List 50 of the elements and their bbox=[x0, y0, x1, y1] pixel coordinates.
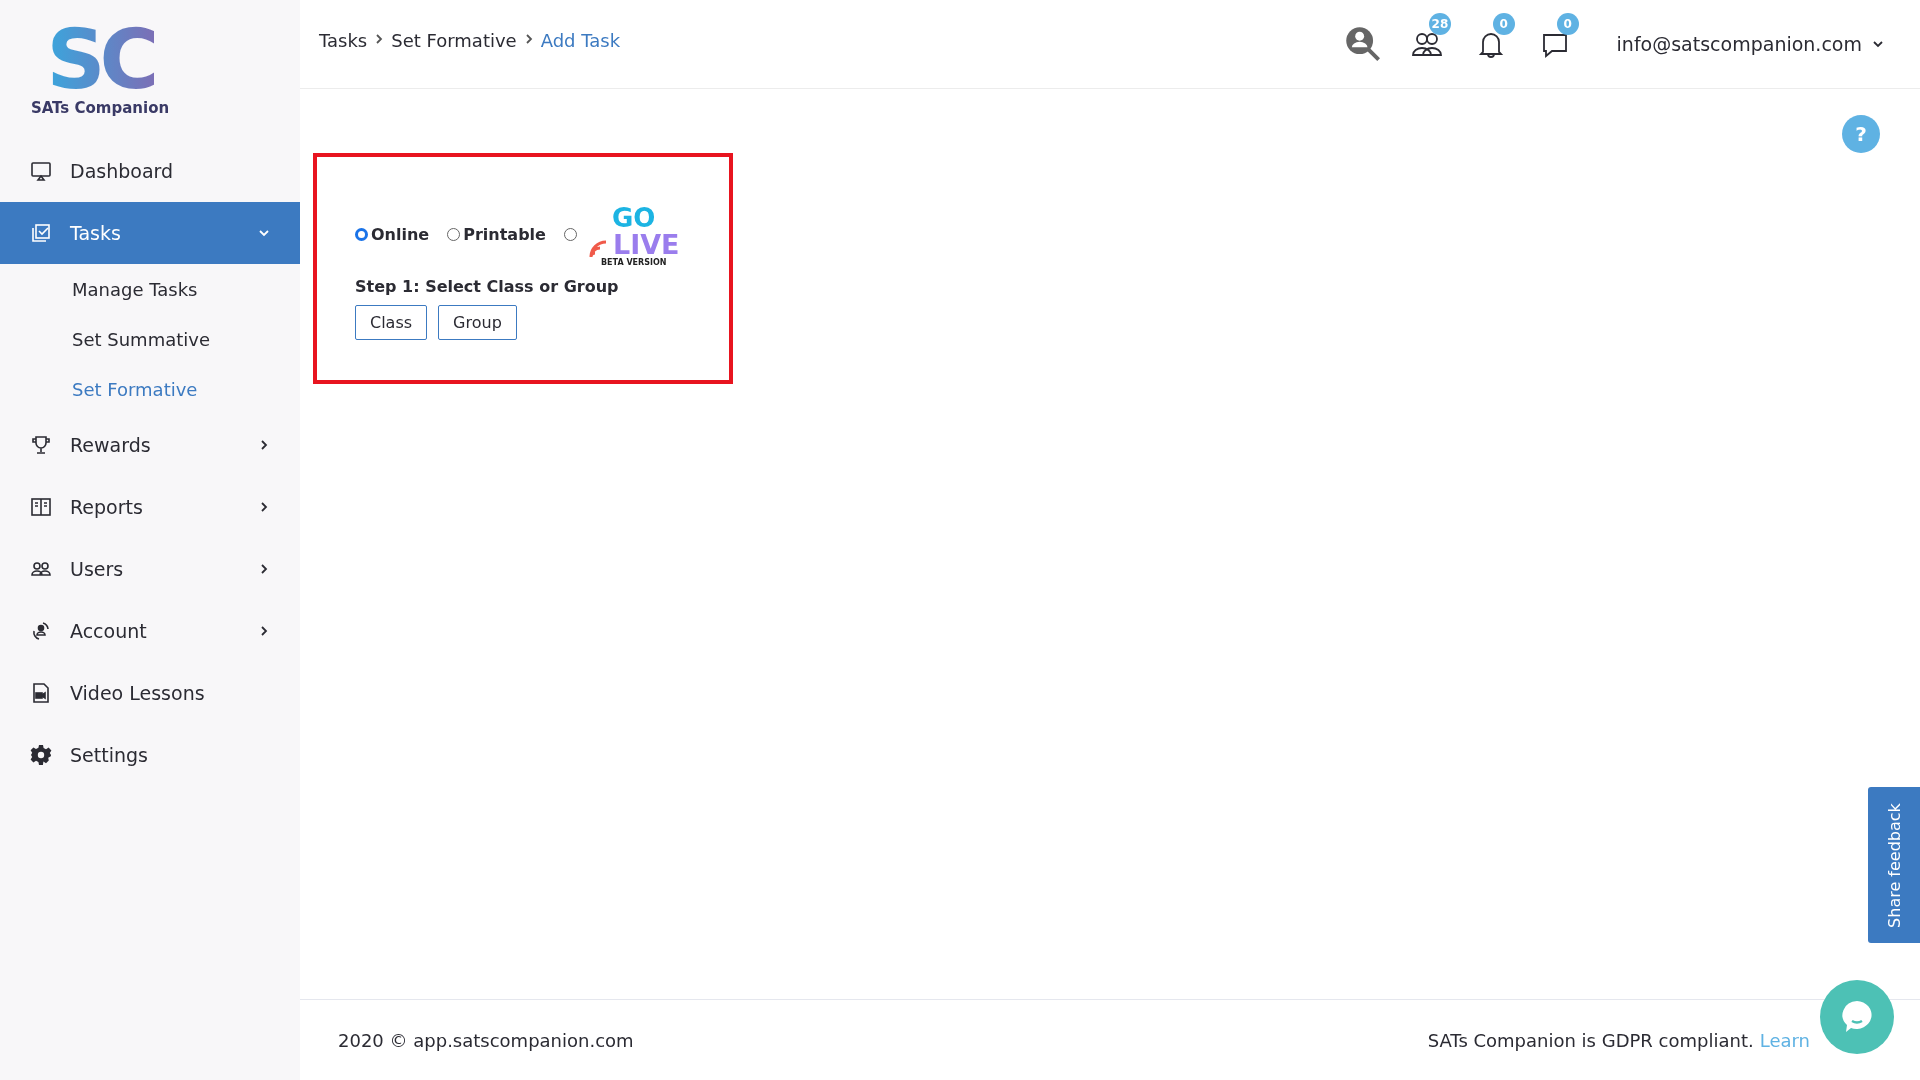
gdpr-notice: SATs Companion is GDPR compliant. bbox=[1427, 1029, 1754, 1051]
sidebar-item-label: Reports bbox=[70, 496, 144, 518]
sidebar-item[interactable]: Account bbox=[0, 600, 300, 662]
sidebar-subitem[interactable]: Set Summative bbox=[0, 314, 300, 364]
video-file-icon bbox=[30, 682, 52, 704]
count-badge: 28 bbox=[1428, 13, 1452, 35]
sidebar-item[interactable]: Dashboard bbox=[0, 140, 300, 202]
gear-icon bbox=[30, 744, 52, 766]
share-feedback-tab[interactable]: Share feedback bbox=[1868, 787, 1920, 943]
count-badge: 0 bbox=[1556, 13, 1579, 35]
sidebar-item[interactable]: Settings bbox=[0, 724, 300, 786]
go-live-logo-text: GO bbox=[612, 205, 656, 231]
user-menu[interactable]: info@satscompanion.com bbox=[1610, 32, 1890, 56]
sidebar-item[interactable]: Rewards bbox=[0, 414, 300, 476]
radio-button[interactable] bbox=[563, 228, 577, 241]
choice-button[interactable]: Group bbox=[438, 305, 517, 340]
sidebar-item-label: Account bbox=[70, 620, 148, 642]
sidebar-subitem[interactable]: Manage Tasks bbox=[0, 264, 300, 314]
book-icon bbox=[30, 496, 52, 518]
breadcrumb-link[interactable]: Set Formative bbox=[391, 29, 517, 51]
sidebar-item[interactable]: Tasks bbox=[0, 202, 300, 264]
person-cycle-icon bbox=[30, 620, 52, 642]
user-search-icon[interactable] bbox=[1343, 25, 1382, 63]
radio-label: Online bbox=[371, 225, 430, 244]
breadcrumb-link[interactable]: Tasks bbox=[319, 29, 368, 51]
choice-button[interactable]: Class bbox=[355, 305, 428, 340]
sidebar-item[interactable]: Video Lessons bbox=[0, 662, 300, 724]
sidebar-item-label: Settings bbox=[70, 744, 149, 766]
radio-button[interactable] bbox=[355, 228, 368, 241]
sidebar-item-label: Rewards bbox=[70, 434, 152, 456]
sidebar-subitem[interactable]: Set Formative bbox=[0, 364, 300, 414]
sidebar-item-label: Tasks bbox=[70, 222, 122, 244]
trophy-icon bbox=[30, 434, 52, 456]
monitor-icon bbox=[30, 160, 52, 182]
step-heading: Step 1: Select Class or Group bbox=[355, 277, 620, 296]
sidebar-item-label: Users bbox=[70, 558, 125, 580]
checklist-icon bbox=[30, 222, 52, 244]
count-badge: 0 bbox=[1492, 13, 1515, 35]
logo-name: SATs Companion bbox=[30, 98, 170, 117]
radio-label: Printable bbox=[463, 225, 546, 244]
beta-label: BETA VERSION bbox=[601, 258, 667, 267]
sidebar-item-label: Video Lessons bbox=[70, 682, 206, 704]
sidebar-item-label: Dashboard bbox=[70, 160, 175, 182]
copyright-text: 2020 © app.satscompanion.com bbox=[338, 1029, 634, 1051]
sidebar-item[interactable]: Reports bbox=[0, 476, 300, 538]
sidebar-item[interactable]: Users bbox=[0, 538, 300, 600]
chevron-down-icon bbox=[1872, 38, 1884, 50]
breadcrumb-link[interactable]: Add Task bbox=[540, 29, 621, 51]
go-live-logo-text: LIVE bbox=[612, 231, 680, 258]
radio-button[interactable] bbox=[447, 228, 461, 241]
